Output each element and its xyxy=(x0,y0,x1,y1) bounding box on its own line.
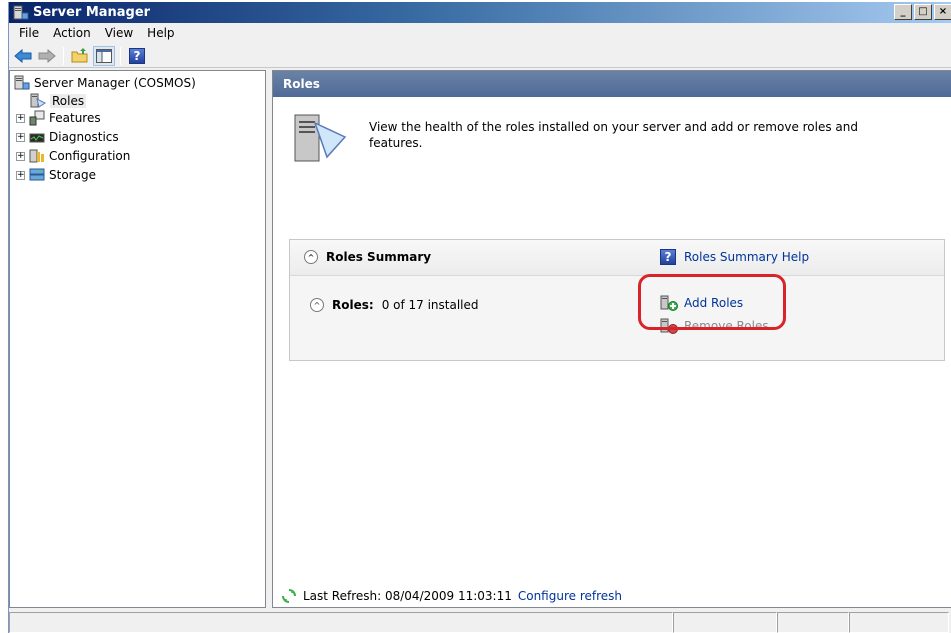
toolbar-separator xyxy=(63,46,64,65)
menu-action[interactable]: Action xyxy=(46,26,98,40)
roles-summary-help-label: Roles Summary Help xyxy=(684,250,810,264)
tree-item-diagnostics[interactable]: + Diagnostics xyxy=(16,128,119,146)
roles-installed-row: ^ Roles: 0 of 17 installed xyxy=(310,298,479,312)
tree-item-configuration[interactable]: + Configuration xyxy=(16,147,130,165)
expand-icon[interactable]: + xyxy=(16,113,25,123)
collapse-icon[interactable]: ^ xyxy=(304,250,318,264)
pane-title: Roles xyxy=(273,71,951,97)
maximize-button[interactable]: □ xyxy=(914,4,932,20)
status-cell-main xyxy=(9,612,673,633)
toolbar: ? xyxy=(9,44,951,68)
roles-summary-help-link[interactable]: ? Roles Summary Help xyxy=(660,249,809,265)
tree-item-label: Diagnostics xyxy=(49,130,119,144)
forward-button[interactable] xyxy=(36,46,58,66)
status-cell xyxy=(849,612,949,633)
roles-label: Roles: xyxy=(332,298,374,312)
tree-item-storage[interactable]: + Storage xyxy=(16,166,96,184)
tree-item-features[interactable]: + Features xyxy=(16,109,101,127)
back-icon xyxy=(14,48,32,63)
close-button[interactable]: × xyxy=(934,4,951,20)
refresh-icon xyxy=(282,589,296,603)
console-tree: Server Manager (COSMOS) Roles + Features xyxy=(9,70,266,608)
status-cell xyxy=(673,612,777,633)
tree-item-label: Storage xyxy=(49,168,96,182)
refresh-status: Last Refresh: 08/04/2009 11:03:11 Config… xyxy=(281,588,622,604)
server-icon xyxy=(14,75,30,91)
status-bar xyxy=(9,610,951,633)
up-folder-button[interactable] xyxy=(69,46,91,66)
server-manager-window: Server Manager _ □ × File Action View He… xyxy=(8,2,951,633)
toolbar-separator xyxy=(120,46,121,65)
window-title: Server Manager xyxy=(33,5,151,20)
collapse-icon[interactable]: ^ xyxy=(310,298,324,312)
roles-summary-header: ^ Roles Summary ? Roles Summary Help xyxy=(290,240,944,276)
expand-icon[interactable]: + xyxy=(16,132,25,142)
help-button[interactable]: ? xyxy=(126,46,148,66)
roles-large-icon xyxy=(291,109,349,165)
help-icon: ? xyxy=(660,249,676,265)
expand-icon[interactable]: + xyxy=(16,151,25,161)
minimize-button[interactable]: _ xyxy=(894,4,912,20)
roles-summary-section: ^ Roles Summary ? Roles Summary Help ^ R… xyxy=(289,239,945,361)
storage-icon xyxy=(29,167,45,183)
roles-installed-count: 0 of 17 installed xyxy=(381,298,479,312)
window-controls: _ □ × xyxy=(894,4,951,20)
last-refresh-text: Last Refresh: 08/04/2009 11:03:11 xyxy=(303,589,512,603)
details-pane: Roles View the health of the roles insta… xyxy=(272,70,951,608)
menu-bar: File Action View Help xyxy=(9,23,951,43)
server-manager-app-icon xyxy=(13,5,29,21)
tree-item-label: Roles xyxy=(50,94,87,108)
add-roles-highlight xyxy=(638,274,786,330)
expand-icon[interactable]: + xyxy=(16,170,25,180)
tree-item-roles[interactable]: Roles xyxy=(30,92,87,110)
back-button[interactable] xyxy=(12,46,34,66)
menu-file[interactable]: File xyxy=(12,26,46,40)
tree-item-label: Features xyxy=(49,111,101,125)
diagnostics-icon xyxy=(29,129,45,145)
up-folder-icon xyxy=(71,47,88,62)
show-hide-console-tree-button[interactable] xyxy=(93,45,115,66)
roles-summary-title[interactable]: ^ Roles Summary xyxy=(304,250,431,264)
configuration-icon xyxy=(29,148,45,164)
tree-item-server-manager[interactable]: Server Manager (COSMOS) xyxy=(14,74,196,92)
tree-item-label: Configuration xyxy=(49,149,131,163)
configure-refresh-link[interactable]: Configure refresh xyxy=(518,589,622,603)
menu-help[interactable]: Help xyxy=(140,26,181,40)
roles-summary-label: Roles Summary xyxy=(326,250,432,264)
help-icon: ? xyxy=(129,47,145,64)
title-bar[interactable]: Server Manager _ □ × xyxy=(9,2,951,23)
tree-item-label: Server Manager (COSMOS) xyxy=(34,76,196,90)
intro-text: View the health of the roles installed o… xyxy=(369,120,859,150)
features-icon xyxy=(29,110,45,126)
menu-view[interactable]: View xyxy=(98,26,140,40)
forward-icon xyxy=(38,48,56,63)
console-tree-icon xyxy=(96,48,112,63)
status-cell xyxy=(777,612,849,633)
roles-icon xyxy=(30,93,46,109)
